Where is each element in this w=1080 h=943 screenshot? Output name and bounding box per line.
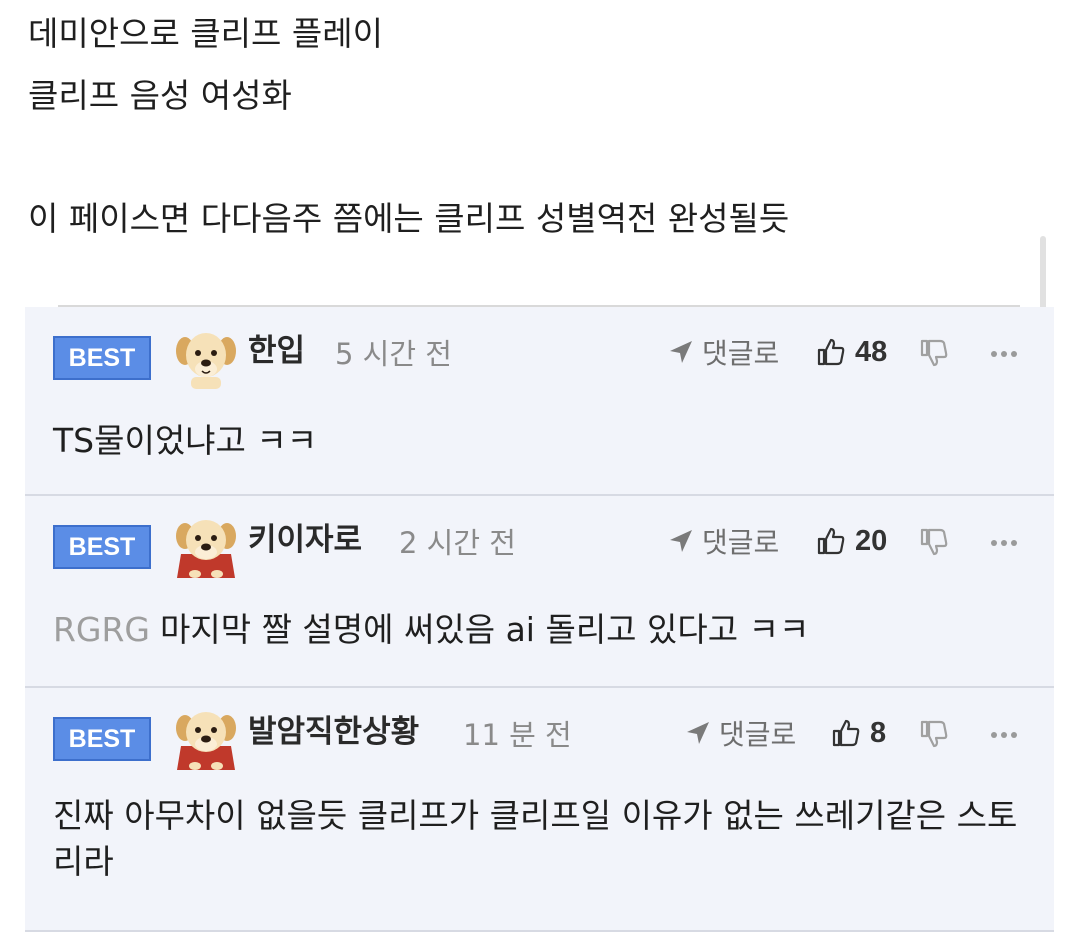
comment-text-body: 마지막 짤 설명에 써있음 ai 돌리고 있다고 ㅋㅋ — [160, 610, 810, 649]
comment-author[interactable]: 한입 — [248, 331, 305, 371]
thumbs-down-icon[interactable] — [918, 337, 950, 369]
post-line: 이 페이스면 다다음주 쯤에는 클리프 성별역전 완성될듯 — [28, 199, 790, 238]
best-badge: BEST — [53, 525, 151, 569]
reply-label: 댓글로 — [719, 718, 797, 751]
best-badge: BEST — [53, 717, 151, 761]
reply-target-name[interactable]: RGRG — [53, 610, 150, 649]
thumbs-down-icon[interactable] — [918, 526, 950, 558]
thumbs-up-icon — [832, 719, 860, 747]
more-options-icon[interactable] — [990, 350, 1018, 358]
like-button[interactable]: 8 — [830, 713, 886, 753]
comment-author[interactable]: 키이자로 — [248, 520, 362, 560]
more-options-icon[interactable] — [990, 731, 1018, 739]
reply-label: 댓글로 — [702, 337, 780, 370]
more-options-icon[interactable] — [990, 539, 1018, 547]
reply-button[interactable]: 댓글로 — [668, 521, 779, 561]
reply-label: 댓글로 — [702, 526, 780, 559]
like-button[interactable]: 20 — [815, 521, 887, 561]
post-line: 클리프 음성 여성화 — [28, 76, 292, 115]
puppy-cape-avatar[interactable] — [173, 706, 239, 772]
comment-text: RGRG 마지막 짤 설명에 써있음 ai 돌리고 있다고 ㅋㅋ — [53, 608, 1028, 652]
thumbs-up-icon — [817, 527, 845, 555]
send-icon — [687, 722, 709, 744]
best-badge: BEST — [53, 336, 151, 380]
comment-item: BEST 한입 5 시간 전 댓글로 48 TS물이었냐고 ㅋㅋ — [25, 307, 1054, 496]
comment-text: TS물이었냐고 ㅋㅋ — [53, 419, 1028, 463]
comment-item: BEST 발암직한상황 11 분 전 댓글로 8 진짜 아무차이 없을듯 클리프… — [25, 688, 1054, 932]
comment-timestamp: 5 시간 전 — [335, 337, 452, 371]
puppy-cape-avatar[interactable] — [173, 514, 239, 580]
like-count: 8 — [870, 716, 887, 749]
like-count: 20 — [855, 524, 888, 557]
puppy-avatar[interactable] — [173, 325, 239, 391]
like-count: 48 — [855, 335, 888, 368]
thumbs-down-icon[interactable] — [918, 718, 950, 750]
comment-text: 진짜 아무차이 없을듯 클리프가 클리프일 이유가 없는 쓰레기같은 스토리라 — [53, 793, 1028, 885]
thumbs-up-icon — [817, 338, 845, 366]
comment-text-body: TS물이었냐고 ㅋㅋ — [53, 421, 318, 460]
reply-button[interactable]: 댓글로 — [685, 713, 796, 753]
comment-author[interactable]: 발암직한상황 — [248, 712, 419, 752]
comment-timestamp: 2 시간 전 — [399, 526, 516, 560]
send-icon — [670, 341, 692, 363]
comment-item: BEST 키이자로 2 시간 전 댓글로 20 RGRG 마지막 짤 설명에 써… — [25, 496, 1054, 688]
reply-button[interactable]: 댓글로 — [668, 332, 779, 372]
post-line: 데미안으로 클리프 플레이 — [28, 14, 383, 53]
comment-text-body: 진짜 아무차이 없을듯 클리프가 클리프일 이유가 없는 쓰레기같은 스토리라 — [53, 796, 1018, 881]
send-icon — [670, 530, 692, 552]
like-button[interactable]: 48 — [815, 332, 887, 372]
comment-timestamp: 11 분 전 — [463, 718, 572, 752]
